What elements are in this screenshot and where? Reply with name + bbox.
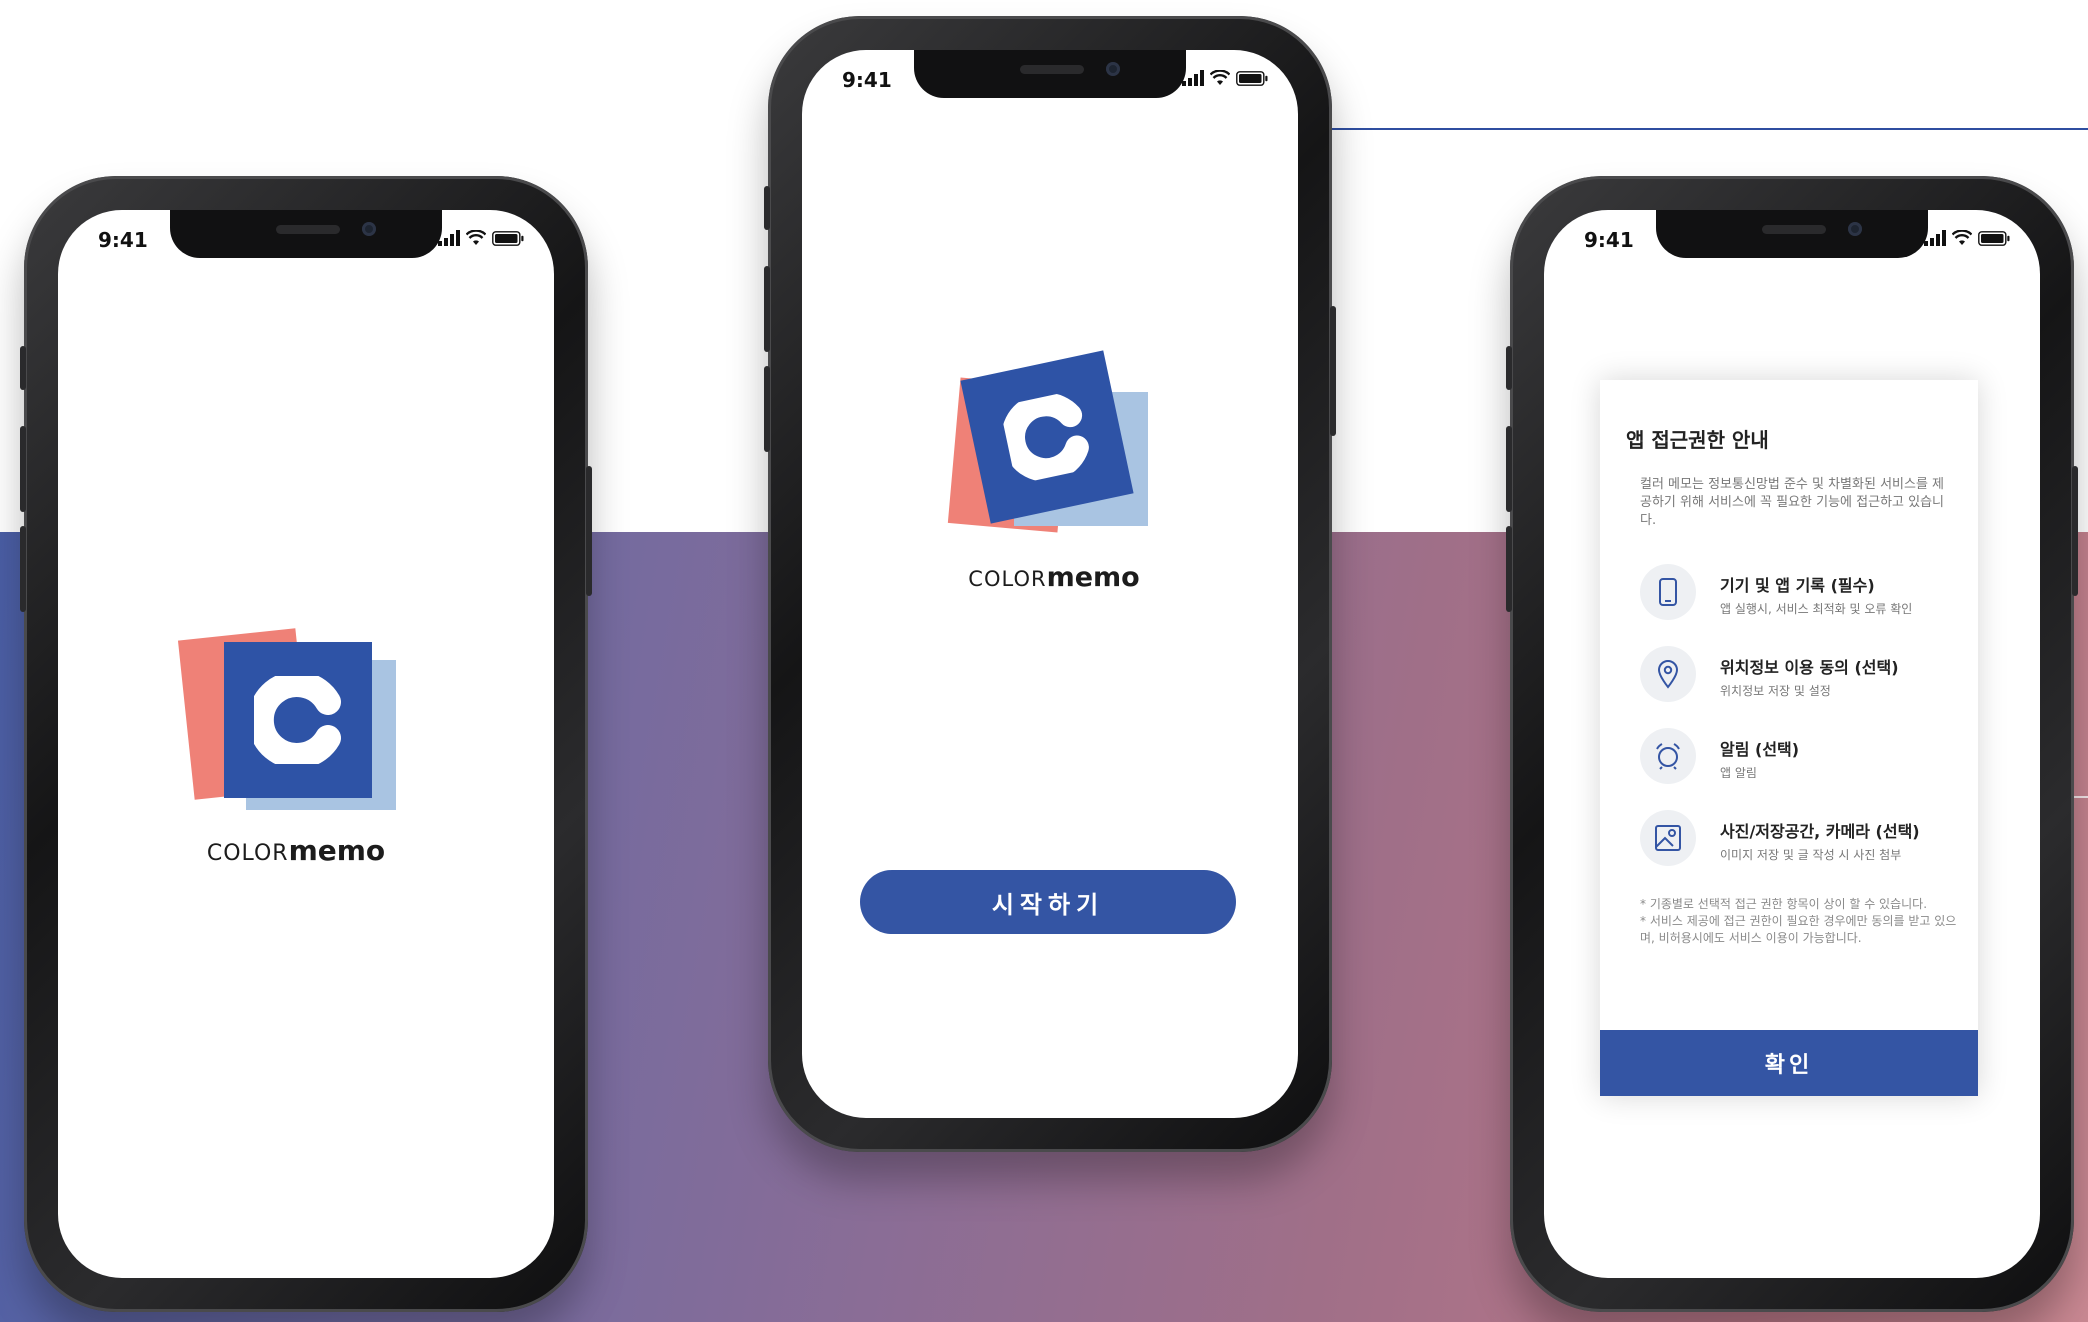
permission-item-device: 기기 및 앱 기록 (필수) 앱 실행시, 서비스 최적화 및 오류 확인 [1640,564,1960,624]
wifi-icon [1952,230,1972,245]
permission-title: 알림 (선택) [1720,740,1800,759]
logo-c-icon [1001,392,1089,482]
logo-blue-square [960,350,1134,524]
status-time: 9:41 [842,68,892,92]
permission-subtitle: 앱 실행시, 서비스 최적화 및 오류 확인 [1720,602,1913,616]
battery-icon [1236,70,1268,86]
status-time: 9:41 [98,228,148,252]
speaker [1762,225,1826,234]
status-time: 9:41 [1584,228,1634,252]
phone-side-button [764,366,770,452]
notch [170,210,442,258]
status-icons [1924,230,2010,246]
app-logo: COLORmemo [947,350,1154,600]
start-screen: 9:41 COLORmemo 시작하기 [802,50,1298,1118]
phone-splash: 9:41 COLORmemo [20,176,592,1312]
phone-side-button [20,526,26,612]
wordmark-memo: memo [288,834,386,867]
phone-permissions: 9:41 앱 접근권한 안내 컬러 메모는 정보통신망법 준수 및 차별화된 서… [1506,176,2078,1312]
battery-icon [1978,230,2010,246]
phone-side-button [1330,306,1336,436]
dialog-note: * 서비스 제공에 접근 권한이 필요한 경우에만 동의를 받고 있으며, 비허… [1640,914,1957,945]
start-button[interactable]: 시작하기 [860,870,1236,934]
location-pin-icon [1640,646,1696,702]
app-logo: COLORmemo [177,620,406,880]
phone-side-button [586,466,592,596]
wordmark-color: COLOR [968,567,1047,591]
dialog-description: 컬러 메모는 정보통신망법 준수 및 차별화된 서비스를 제공하기 위해 서비스… [1640,477,1945,528]
speaker [1020,65,1084,74]
phone-side-button [20,346,26,390]
speaker [276,225,340,234]
logo-wordmark: COLORmemo [954,562,1154,593]
signal-icon [1182,70,1204,86]
permission-subtitle: 이미지 저장 및 글 작성 시 사진 첨부 [1720,848,1902,862]
dialog-notes: * 기종별로 선택적 접근 권한 항목이 상이 할 수 있습니다. * 서비스 … [1640,896,1960,947]
wifi-icon [1210,70,1230,85]
logo-blue-square [224,642,372,798]
wordmark-color: COLOR [206,841,289,866]
permission-title: 기기 및 앱 기록 (필수) [1720,576,1875,595]
wordmark-memo: memo [1046,562,1140,593]
front-camera [1106,62,1120,76]
phone-side-button [2072,466,2078,596]
wifi-icon [466,230,486,245]
permission-subtitle: 앱 알림 [1720,766,1757,780]
bell-icon [1640,728,1696,784]
phone-icon [1640,564,1696,620]
front-camera [362,222,376,236]
notch [1656,210,1928,258]
permission-item-photo: 사진/저장공간, 카메라 (선택) 이미지 저장 및 글 작성 시 사진 첨부 [1640,810,1960,870]
permission-item-location: 위치정보 이용 동의 (선택) 위치정보 저장 및 설정 [1640,646,1960,706]
permission-item-notification: 알림 (선택) 앱 알림 [1640,728,1960,788]
permission-title: 사진/저장공간, 카메라 (선택) [1720,822,1920,841]
status-icons [438,230,524,246]
phone-side-button [764,266,770,352]
permissions-screen: 9:41 앱 접근권한 안내 컬러 메모는 정보통신망법 준수 및 차별화된 서… [1544,210,2040,1278]
dialog-note: * 기종별로 선택적 접근 권한 항목이 상이 할 수 있습니다. [1640,897,1928,911]
confirm-button[interactable]: 확인 [1600,1030,1978,1096]
phone-side-button [1506,426,1512,512]
notch [914,50,1186,98]
dialog-title: 앱 접근권한 안내 [1626,428,1769,452]
front-camera [1848,222,1862,236]
phone-start: 9:41 COLORmemo 시작하기 [764,16,1336,1152]
signal-icon [1924,230,1946,246]
phone-side-button [1506,526,1512,612]
phone-side-button [20,426,26,512]
splash-screen: 9:41 COLORmemo [58,210,554,1278]
phone-side-button [764,186,770,230]
phone-side-button [1506,346,1512,390]
permission-title: 위치정보 이용 동의 (선택) [1720,658,1899,677]
decorative-line [1330,128,2088,130]
image-icon [1640,810,1696,866]
battery-icon [492,230,524,246]
logo-wordmark: COLORmemo [186,834,406,867]
logo-c-icon [254,676,341,764]
signal-icon [438,230,460,246]
permission-dialog: 앱 접근권한 안내 컬러 메모는 정보통신망법 준수 및 차별화된 서비스를 제… [1600,380,1978,1096]
status-icons [1182,70,1268,86]
permission-subtitle: 위치정보 저장 및 설정 [1720,684,1831,698]
